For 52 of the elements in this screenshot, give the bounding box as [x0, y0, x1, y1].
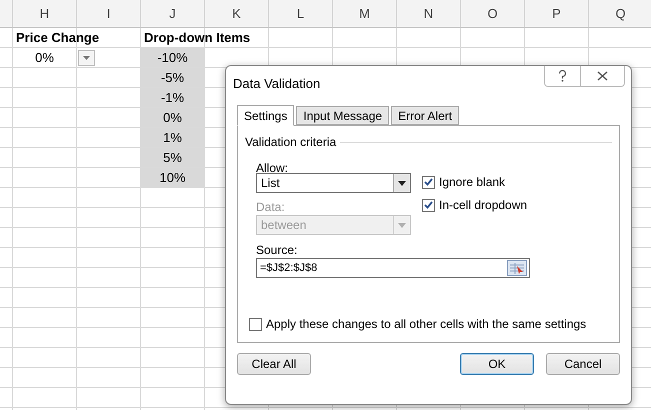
- table-cell-text: 0%: [34, 48, 55, 67]
- column-header[interactable]: P: [525, 0, 589, 27]
- caret-icon: [398, 222, 406, 228]
- column-header[interactable]: O: [461, 0, 525, 27]
- window-title: Data Validation: [232, 75, 322, 93]
- source-field[interactable]: =$J$2:$J$8: [256, 258, 530, 278]
- checkbox[interactable]: [422, 176, 435, 188]
- dialog-button[interactable]: OK: [460, 353, 534, 375]
- section-title: Validation criteria: [245, 134, 336, 151]
- field-value: between: [260, 217, 308, 234]
- table-cell-text: 1%: [162, 128, 183, 147]
- table-cell-text: Drop-down Items: [143, 28, 250, 47]
- caret-icon: [398, 180, 406, 186]
- column-header[interactable]: Q: [589, 0, 651, 27]
- field-label: Data:: [256, 199, 286, 212]
- checkbox[interactable]: [422, 198, 435, 212]
- table-cell-text: Price Change: [15, 28, 100, 47]
- cell-dropdown-button[interactable]: [78, 50, 95, 66]
- table-cell-text: 0%: [162, 108, 183, 127]
- checkbox-label: In-cell dropdown: [439, 197, 528, 214]
- dialog-button[interactable]: Cancel: [546, 353, 620, 375]
- dialog-button[interactable]: Clear All: [237, 353, 311, 375]
- column-header[interactable]: L: [269, 0, 333, 27]
- column-header[interactable]: I: [77, 0, 141, 27]
- tab[interactable]: Input Message: [296, 106, 390, 125]
- table-cell-text: -10%: [156, 48, 189, 67]
- column-header[interactable]: K: [205, 0, 269, 27]
- tab[interactable]: Settings: [237, 105, 294, 126]
- field-value: =$J$2:$J$8: [259, 260, 318, 276]
- dropdown-field[interactable]: List: [256, 173, 411, 193]
- field-label: Allow:: [256, 160, 290, 173]
- check-icon: [424, 201, 433, 209]
- tab[interactable]: Error Alert: [391, 106, 460, 125]
- table-cell-text: 10%: [158, 168, 187, 187]
- column-header[interactable]: J: [141, 0, 205, 27]
- field-value: List: [260, 175, 281, 192]
- column-header[interactable]: M: [333, 0, 397, 27]
- close-icon: [597, 71, 608, 81]
- table-cell-text: -5%: [160, 68, 186, 87]
- column-header[interactable]: N: [397, 0, 461, 27]
- checkbox[interactable]: [249, 318, 262, 330]
- dropdown-button[interactable]: [393, 174, 410, 192]
- help-icon: [558, 70, 567, 82]
- table-cell-text: -1%: [160, 88, 186, 107]
- range-select-icon[interactable]: [507, 260, 527, 276]
- checkbox-label: Apply these changes to all other cells with the same settings: [266, 316, 586, 333]
- caret-icon: [83, 56, 90, 60]
- table-cell-text: 5%: [162, 148, 183, 167]
- check-icon: [424, 178, 433, 186]
- checkbox-label: Ignore blank: [439, 174, 506, 191]
- column-header[interactable]: H: [13, 0, 77, 27]
- field-label: Source:: [256, 242, 298, 255]
